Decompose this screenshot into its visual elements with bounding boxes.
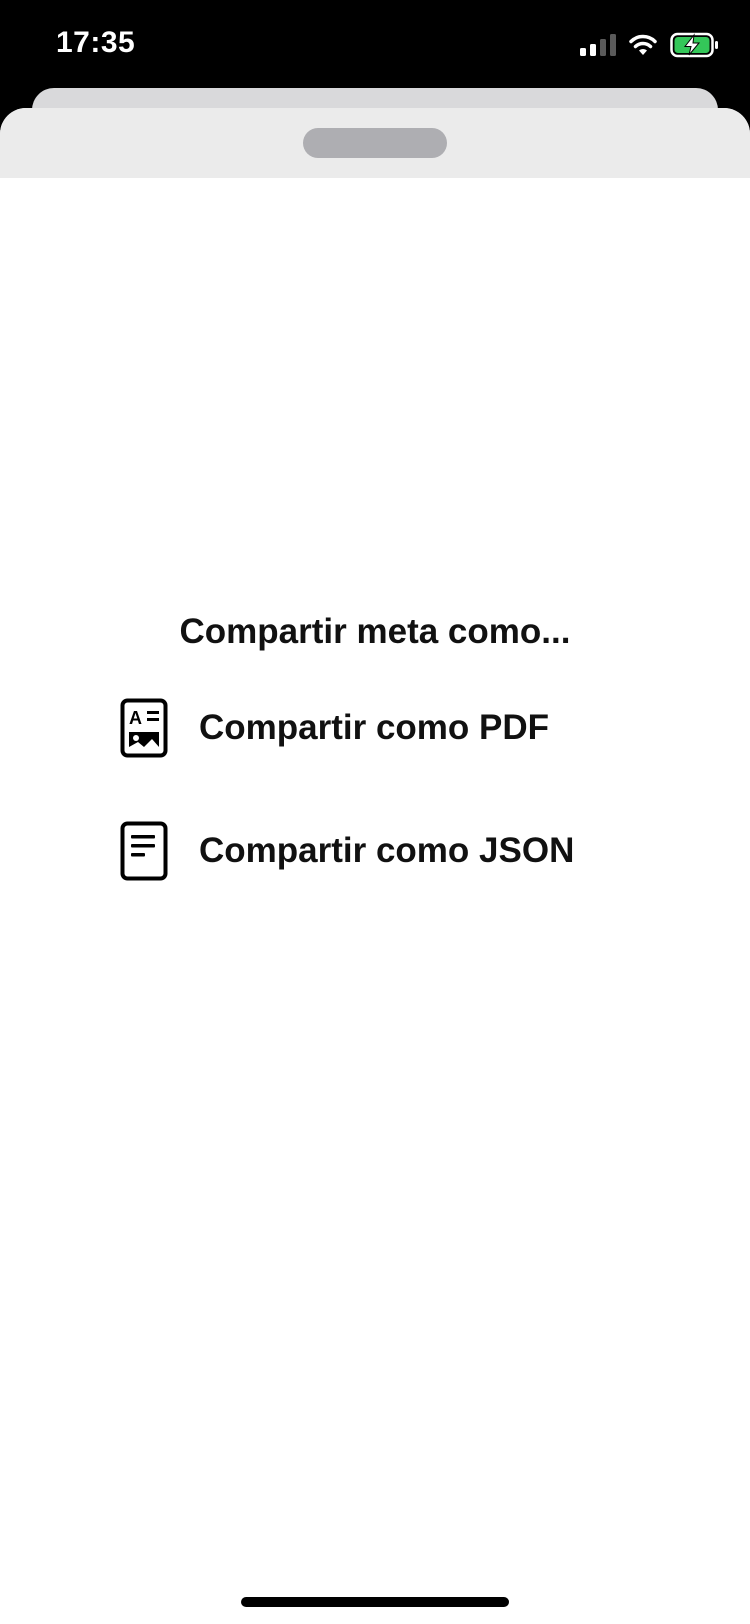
status-time: 17:35	[56, 26, 136, 59]
sheet-header	[0, 108, 750, 178]
wifi-icon	[629, 34, 657, 55]
share-as-json-button[interactable]: Compartir como JSON	[120, 816, 640, 886]
status-bar: 17:35	[0, 0, 750, 88]
cellular-signal-icon	[580, 34, 616, 56]
status-icons	[580, 30, 720, 60]
document-text-icon	[120, 821, 168, 881]
share-title: Compartir meta como...	[179, 612, 571, 651]
document-image-icon: A	[120, 698, 168, 758]
share-as-json-label: Compartir como JSON	[199, 831, 575, 870]
home-indicator[interactable]	[241, 1597, 509, 1607]
battery-charging-icon	[670, 32, 718, 58]
sheet-grabber[interactable]	[303, 128, 447, 158]
svg-text:A: A	[129, 708, 142, 728]
share-as-pdf-button[interactable]: A Compartir como PDF	[120, 693, 640, 763]
share-as-pdf-label: Compartir como PDF	[199, 708, 550, 747]
screen: 17:35 Compartir meta como... A Compartir…	[0, 0, 750, 1624]
